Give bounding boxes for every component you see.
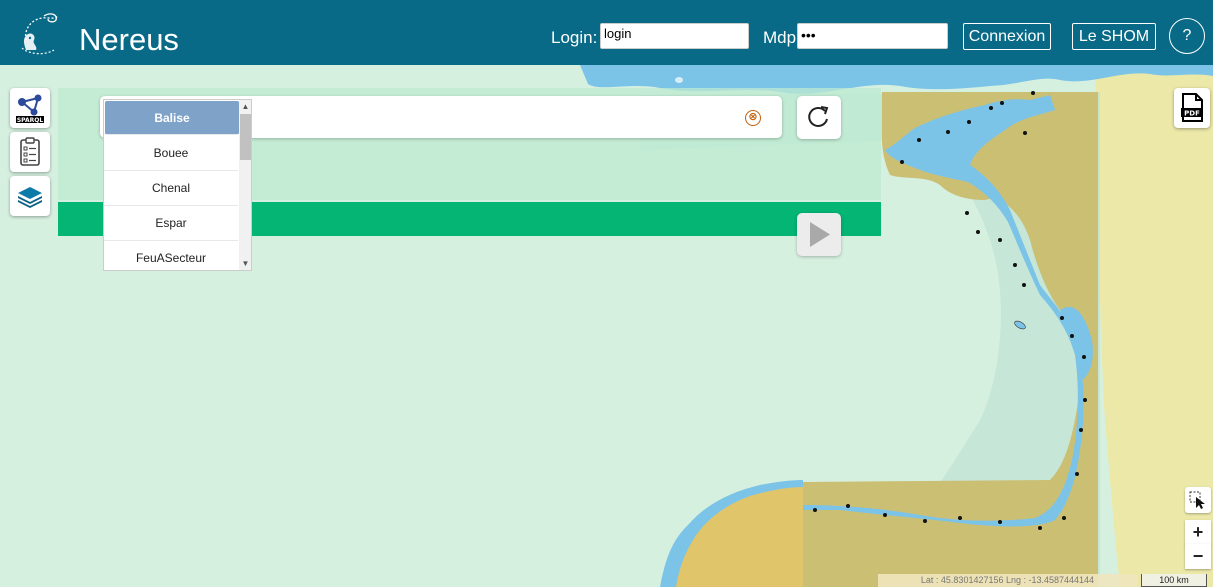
app-title: Nereus	[79, 22, 179, 57]
sea-mark	[675, 77, 683, 83]
list-item-bouee[interactable]: Bouee	[104, 136, 238, 171]
coordinates-readout: Lat : 45.8301427156 Lng : -13.4587444144	[878, 574, 1137, 587]
scale-bar: 100 km	[1141, 574, 1207, 587]
list-item-feuasecteur[interactable]: FeuASecteur	[104, 241, 238, 270]
play-button[interactable]	[797, 213, 841, 256]
password-label: Mdp:	[763, 28, 801, 47]
sparql-button[interactable]: SPARQL	[10, 88, 50, 128]
play-icon	[810, 222, 830, 247]
pdf-export-button[interactable]: PDF	[1174, 88, 1210, 128]
type-dropdown-list[interactable]: Balise Bouee Chenal Espar FeuASecteur ▲ …	[103, 99, 252, 271]
login-input[interactable]: login	[600, 23, 749, 49]
scroll-down-icon[interactable]: ▼	[239, 257, 251, 270]
login-label: Login:	[551, 28, 598, 47]
list-item-balise[interactable]: Balise	[105, 101, 239, 135]
list-scroll-thumb[interactable]	[240, 114, 251, 160]
select-area-button[interactable]	[1185, 487, 1211, 513]
help-button[interactable]: ?	[1169, 18, 1205, 54]
logo-icon	[21, 13, 59, 55]
scroll-up-icon[interactable]: ▲	[239, 100, 251, 113]
password-input[interactable]: •••	[797, 23, 948, 49]
shom-button[interactable]: Le SHOM	[1072, 23, 1156, 50]
connect-button[interactable]: Connexion	[963, 23, 1051, 50]
layers-icon	[18, 187, 42, 208]
checklist-button[interactable]	[10, 132, 50, 172]
zoom-in-button[interactable]: +	[1185, 520, 1211, 545]
sparql-icon: SPARQL	[16, 94, 44, 124]
list-item-chenal[interactable]: Chenal	[104, 171, 238, 206]
checklist-icon	[20, 137, 40, 166]
zoom-out-button[interactable]: −	[1185, 544, 1211, 569]
app-header: Nereus Login: login Mdp: ••• Connexion L…	[0, 0, 1213, 65]
sparql-icon-text: SPARQL	[17, 117, 44, 124]
refresh-button[interactable]	[797, 96, 841, 139]
pdf-icon-text: PDF	[1184, 110, 1200, 118]
clear-icon[interactable]: ⊗	[745, 110, 761, 126]
refresh-icon	[808, 106, 829, 127]
pdf-icon: PDF	[1181, 93, 1203, 122]
select-area-icon	[1189, 491, 1205, 509]
list-item-espar[interactable]: Espar	[104, 206, 238, 241]
layers-button[interactable]	[10, 176, 50, 216]
